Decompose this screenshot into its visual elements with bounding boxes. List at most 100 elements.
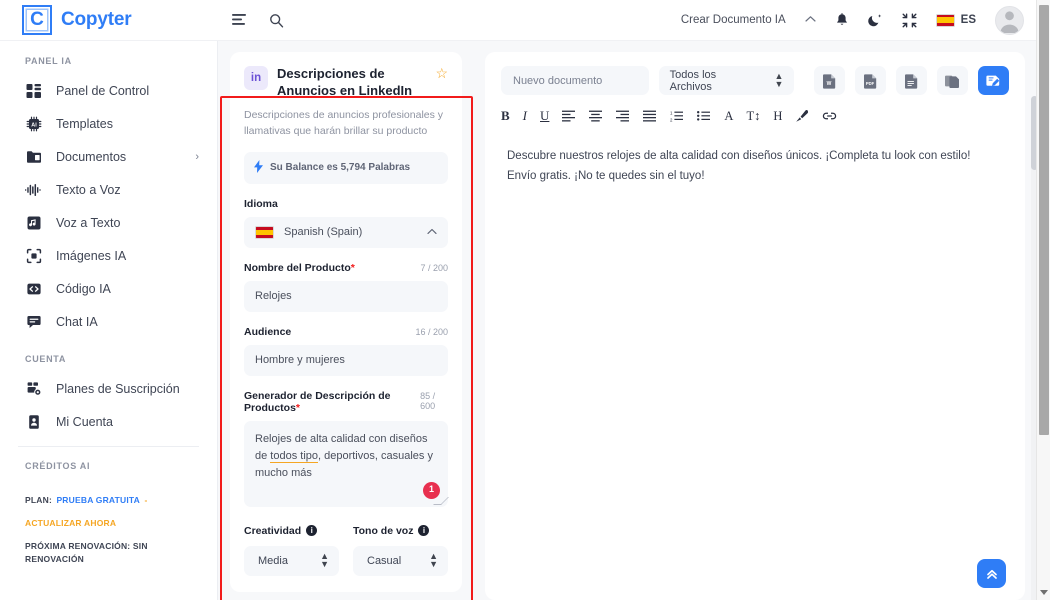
underline-icon[interactable]: U (540, 107, 549, 125)
product-name-counter: 7 / 200 (420, 262, 448, 273)
description-field: Generador de Descripción de Productos* 8… (244, 390, 449, 507)
spain-flag-icon (935, 13, 955, 27)
template-subtitle: Descripciones de anuncios profesionales … (244, 109, 444, 137)
align-left-icon[interactable] (562, 107, 576, 125)
brand[interactable]: C Copyter (0, 5, 218, 35)
save-document-button[interactable] (978, 66, 1010, 95)
search-icon[interactable] (269, 13, 284, 28)
sidebar-item-documentos[interactable]: Documentos › (0, 140, 217, 173)
language-select[interactable]: Spanish (Spain) (244, 216, 448, 248)
italic-icon[interactable]: I (523, 107, 527, 125)
editor-content[interactable]: Descubre nuestros relojes de alta calida… (485, 125, 1025, 600)
body-row: PANEL IA Panel de Control AI Templates D… (0, 41, 1050, 600)
template-form-panel: in Descripciones de Anuncios en LinkedIn… (218, 41, 474, 600)
align-center-icon[interactable] (589, 107, 603, 125)
menu-icon[interactable] (232, 13, 247, 27)
creativity-select[interactable]: Media ▲ ▼ (244, 545, 339, 576)
copy-document-button[interactable] (937, 66, 969, 95)
grammar-error-badge[interactable]: 1 (423, 481, 440, 499)
sidebar-item-panel-de-control[interactable]: Panel de Control (0, 74, 217, 107)
account-card-icon (25, 413, 42, 430)
dashboard-icon (25, 82, 42, 99)
scrollbar-down-arrow-icon[interactable] (1040, 590, 1048, 595)
file-filter-select[interactable]: Todos los Archivos ▲ ▼ (658, 66, 795, 95)
user-avatar-icon (996, 7, 1023, 34)
audience-input[interactable]: Hombre y mujeres (244, 344, 448, 376)
sidebar-item-voz-a-texto[interactable]: Voz a Texto (0, 206, 217, 239)
link-icon[interactable] (822, 107, 837, 125)
info-icon[interactable]: i (306, 524, 318, 536)
export-word-button[interactable]: W (814, 66, 846, 95)
export-text-button[interactable] (896, 66, 928, 95)
plan-upgrade-link[interactable]: ACTUALIZAR AHORA (25, 518, 116, 528)
unordered-list-icon[interactable] (697, 107, 711, 125)
audience-label: Audience (244, 325, 292, 338)
moon-icon[interactable] (867, 13, 883, 28)
sidebar-item-texto-a-voz[interactable]: Texto a Voz (0, 173, 217, 206)
font-size-icon[interactable]: T↕ (746, 107, 760, 125)
description-textarea[interactable]: Relojes de alta calidad con diseños de t… (244, 420, 449, 507)
sidebar-item-chat-ia[interactable]: Chat IA (0, 305, 217, 338)
tone-label: Tono de voz (353, 524, 414, 537)
sidebar-item-label: Chat IA (56, 314, 98, 329)
chip-ai-icon: AI (25, 115, 42, 132)
sidebar-item-label: Texto a Voz (56, 182, 121, 197)
sidebar-item-templates[interactable]: AI Templates (0, 107, 217, 140)
chevron-right-icon[interactable]: › (195, 151, 199, 163)
template-form-card: in Descripciones de Anuncios en LinkedIn… (230, 52, 462, 592)
tone-value: Casual (367, 554, 402, 567)
brush-icon[interactable] (795, 107, 809, 125)
export-pdf-button[interactable]: PDF (855, 66, 887, 95)
product-name-label: Nombre del Producto* (244, 261, 355, 274)
folder-icon (25, 148, 42, 165)
subscription-icon (25, 380, 42, 397)
new-document-input[interactable]: Nuevo documento (501, 66, 649, 95)
credit-plan-line: PLAN: PRUEBA GRATUITA - ACTUALIZAR AHORA… (0, 487, 217, 565)
spain-flag-icon (255, 225, 274, 239)
sidebar-item-planes-de-suscripcion[interactable]: Planes de Suscripción (0, 372, 217, 405)
bold-icon[interactable]: B (501, 107, 510, 125)
star-icon[interactable]: ☆ (435, 66, 448, 80)
language-select-value: Spanish (Spain) (284, 226, 363, 239)
sidebar-item-label: Templates (56, 116, 113, 131)
description-grammar-error: todos tipo (270, 449, 318, 463)
chevron-up-icon[interactable] (805, 14, 816, 26)
avatar[interactable] (995, 5, 1024, 35)
brand-logo-icon: C (22, 5, 52, 35)
chat-icon (25, 313, 42, 330)
updown-icon: ▲ ▼ (429, 551, 438, 569)
language-selector[interactable]: ES (935, 13, 976, 27)
svg-text:PDF: PDF (866, 81, 875, 86)
product-name-input[interactable]: Relojes (244, 280, 448, 312)
font-family-icon[interactable]: A (724, 107, 733, 125)
description-counter: 85 / 600 (420, 390, 436, 411)
sidebar-item-mi-cuenta[interactable]: Mi Cuenta (0, 405, 217, 438)
align-right-icon[interactable] (616, 107, 630, 125)
scroll-to-top-button[interactable] (977, 559, 1006, 588)
audio-file-icon (25, 214, 42, 231)
svg-text:1: 1 (670, 110, 673, 115)
balance-text: Su Balance es 5,794 Palabras (270, 162, 411, 174)
info-icon[interactable]: i (418, 524, 430, 536)
sidebar-item-label: Documentos (56, 149, 127, 164)
bell-icon[interactable] (835, 12, 849, 28)
template-header: in Descripciones de Anuncios en LinkedIn… (244, 66, 448, 99)
align-justify-icon[interactable] (643, 107, 657, 125)
window-scrollbar[interactable] (1036, 0, 1050, 600)
editor-format-toolbar: B I U 12 A T↕ H (485, 95, 1025, 125)
sidebar-item-label: Panel de Control (56, 83, 150, 98)
ordered-list-icon[interactable]: 12 (670, 107, 684, 125)
window-scrollbar-thumb[interactable] (1039, 5, 1049, 435)
editor-toolbar-top: Nuevo documento Todos los Archivos ▲ ▼ W … (485, 52, 1025, 95)
sidebar-item-codigo-ia[interactable]: Código IA (0, 272, 217, 305)
svg-text:W: W (827, 81, 832, 87)
sidebar-item-imagenes-ia[interactable]: Imágenes IA (0, 239, 217, 272)
waveform-icon (25, 181, 42, 198)
language-field-row: Idioma (244, 198, 448, 210)
product-name-field-row: Nombre del Producto* 7 / 200 (244, 262, 448, 274)
tone-select[interactable]: Casual ▲ ▼ (353, 545, 448, 576)
heading-icon[interactable]: H (773, 107, 782, 125)
collapse-icon[interactable] (902, 13, 917, 28)
create-document-link[interactable]: Crear Documento IA (681, 14, 786, 26)
top-bar-left-icons (232, 13, 284, 28)
